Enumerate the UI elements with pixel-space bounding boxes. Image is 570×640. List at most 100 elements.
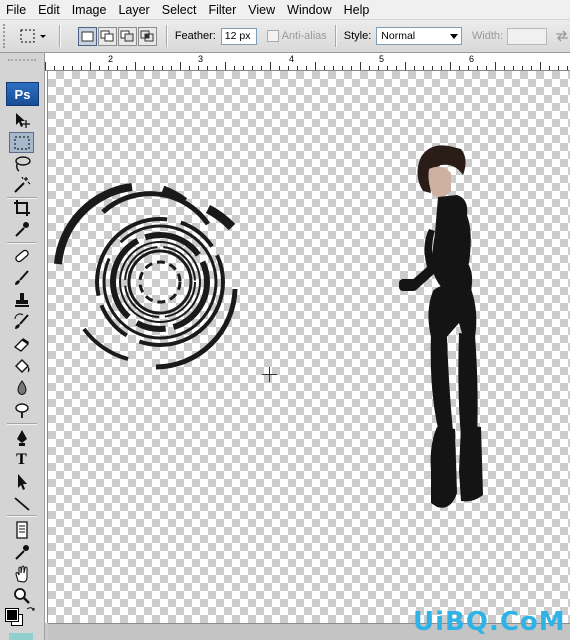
type-tool[interactable]: T: [9, 449, 34, 470]
menu-image[interactable]: Image: [66, 0, 113, 20]
swap-colors-icon[interactable]: [26, 606, 36, 619]
feather-input[interactable]: 12 px: [220, 27, 258, 45]
menu-window[interactable]: Window: [281, 0, 337, 20]
dodge-tool[interactable]: [9, 399, 34, 420]
pen-tool[interactable]: [9, 427, 34, 448]
photoshop-logo[interactable]: Ps: [6, 82, 39, 106]
woman-figure-image: [399, 145, 483, 508]
marquee-preset-icon: [20, 29, 46, 43]
ruler-tick: [441, 66, 442, 70]
zoom-tool[interactable]: [9, 585, 34, 606]
separator: [165, 25, 167, 47]
clone-stamp-tool[interactable]: [9, 289, 34, 310]
history-brush-icon: [14, 313, 29, 329]
antialias-checkbox[interactable]: [267, 30, 279, 42]
ruler-tick: [513, 66, 514, 70]
options-bar: Feather: 12 px Anti-alias Style: Normal …: [0, 20, 570, 53]
ruler-tick: [405, 62, 406, 70]
zoom-icon: [13, 587, 30, 604]
quick-mask-button[interactable]: [9, 633, 33, 640]
history-brush-tool[interactable]: [9, 311, 34, 332]
swap-width-height-icon[interactable]: [553, 27, 570, 45]
ruler-tick: [504, 66, 505, 70]
subtract-from-selection-button[interactable]: [117, 26, 137, 46]
ruler-tick: [342, 66, 343, 70]
add-to-selection-button[interactable]: [97, 26, 117, 46]
new-selection-icon: [81, 31, 94, 41]
crop-tool[interactable]: [9, 197, 34, 218]
eyedropper-tool[interactable]: [9, 541, 34, 562]
feather-label: Feather:: [174, 30, 216, 42]
pen-icon: [16, 429, 27, 446]
ruler-tick: [189, 66, 190, 70]
dodge-icon: [14, 402, 29, 418]
paint-bucket-tool[interactable]: [9, 355, 34, 376]
style-label: Style:: [343, 30, 372, 42]
lasso-tool[interactable]: [9, 153, 34, 174]
notes-tool[interactable]: [9, 519, 34, 540]
brush-icon: [14, 269, 29, 285]
toolbox: Ps T: [0, 53, 45, 640]
ruler-tick: [495, 62, 496, 70]
magic-wand-tool[interactable]: [9, 174, 34, 195]
menu-layer[interactable]: Layer: [112, 0, 155, 20]
rectangular-marquee-tool[interactable]: [9, 132, 34, 153]
blur-tool[interactable]: [9, 377, 34, 398]
ruler-tick: [243, 66, 244, 70]
lasso-icon: [14, 155, 31, 172]
brush-tool[interactable]: [9, 267, 34, 288]
toolbox-divider: [7, 242, 37, 243]
selection-mode-group: [77, 26, 158, 46]
ruler-tick: [306, 66, 307, 70]
ruler-tick: [432, 66, 433, 70]
horizontal-ruler: 2 3 4 5 6: [45, 53, 570, 71]
crop-icon: [13, 199, 30, 216]
ruler-tick: [531, 66, 532, 70]
eyedropper-icon: [14, 221, 29, 237]
healing-brush-tool[interactable]: [9, 245, 34, 266]
menu-filter[interactable]: Filter: [202, 0, 242, 20]
foreground-color-swatch[interactable]: [5, 608, 19, 622]
ruler-tick: [216, 66, 217, 70]
slice-tool[interactable]: [9, 218, 34, 239]
menu-bar: File Edit Image Layer Select Filter View…: [0, 0, 570, 20]
intersect-selection-button[interactable]: [137, 26, 157, 46]
subtract-selection-icon: [120, 30, 134, 42]
ruler-tick: [135, 62, 136, 70]
ruler-tick: [459, 66, 460, 70]
options-bar-grip[interactable]: [3, 24, 9, 48]
width-input[interactable]: [507, 27, 547, 45]
menu-help[interactable]: Help: [338, 0, 376, 20]
document-canvas[interactable]: [48, 71, 570, 623]
magic-wand-icon: [13, 176, 30, 193]
move-tool[interactable]: [9, 109, 34, 130]
path-selection-icon: [17, 473, 27, 490]
new-selection-button[interactable]: [77, 26, 97, 46]
ruler-label: 2: [108, 54, 114, 64]
toolbox-divider: [7, 515, 37, 516]
hand-tool[interactable]: [9, 563, 34, 584]
menu-view[interactable]: View: [242, 0, 281, 20]
ruler-tick: [270, 62, 271, 70]
line-tool[interactable]: [9, 493, 34, 514]
ruler-tick: [414, 66, 415, 70]
ruler-tick: [171, 66, 172, 70]
add-selection-icon: [100, 30, 114, 42]
menu-edit[interactable]: Edit: [32, 0, 66, 20]
path-selection-tool[interactable]: [9, 471, 34, 492]
ruler-tick: [45, 62, 46, 70]
toolbox-grip[interactable]: [8, 59, 36, 65]
crosshair-cursor: [262, 367, 277, 382]
eraser-tool[interactable]: [9, 333, 34, 354]
style-select[interactable]: Normal: [376, 27, 462, 45]
ruler-label: 4: [289, 54, 295, 64]
menu-file[interactable]: File: [0, 0, 32, 20]
ruler-label: 3: [198, 54, 204, 64]
tool-preset-picker[interactable]: [17, 24, 51, 48]
watermark-text: UiBQ.CoM: [413, 607, 566, 637]
menu-select[interactable]: Select: [156, 0, 203, 20]
ruler-tick: [225, 62, 226, 70]
ruler-tick: [540, 62, 541, 70]
clone-stamp-icon: [14, 292, 29, 307]
ruler-tick: [180, 62, 181, 70]
